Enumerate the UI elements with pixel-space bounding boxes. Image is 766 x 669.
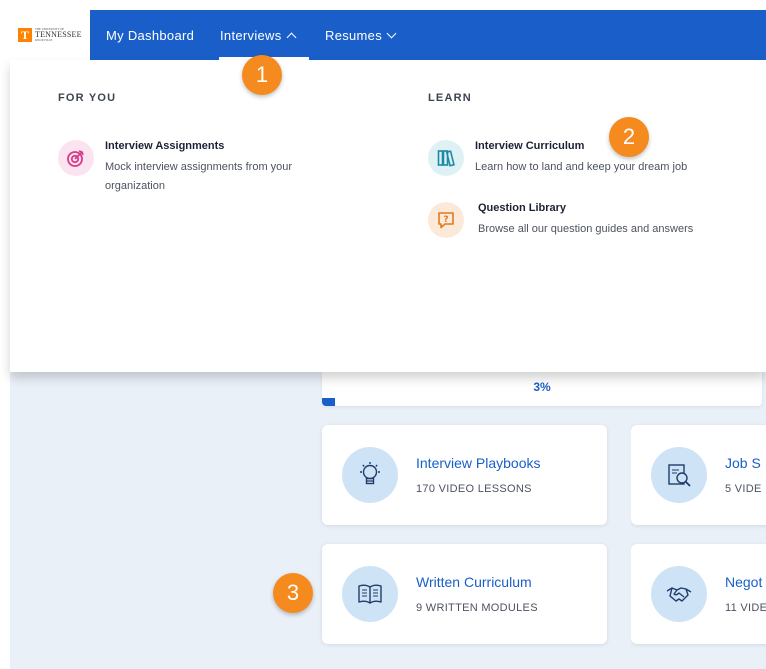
menu-item-question-library[interactable]: ? Question Library Browse all our questi… xyxy=(428,202,693,239)
svg-text:?: ? xyxy=(443,215,448,225)
menu-item-title: Question Library xyxy=(478,202,567,214)
logo-t-mark: T xyxy=(18,28,32,42)
card-subtitle: 5 VIDE xyxy=(725,483,762,495)
learn-heading: LEARN xyxy=(428,92,472,104)
nav-my-dashboard[interactable]: My Dashboard xyxy=(106,10,194,60)
menu-item-interview-curriculum[interactable]: Interview Curriculum Learn how to land a… xyxy=(428,140,687,177)
step-badge-1: 1 xyxy=(242,55,282,95)
menu-item-desc: Browse all our question guides and answe… xyxy=(478,223,694,235)
card-interview-playbooks[interactable]: Interview Playbooks 170 VIDEO LESSONS xyxy=(322,425,607,525)
menu-item-title: Interview Curriculum xyxy=(475,140,585,152)
card-title: Written Curriculum xyxy=(416,574,532,590)
open-book-icon xyxy=(342,566,398,622)
card-subtitle: 170 VIDEO LESSONS xyxy=(416,483,532,495)
nav-interviews[interactable]: Interviews xyxy=(220,10,296,60)
logo-sub-text: KNOXVILLE xyxy=(35,38,53,42)
lightbulb-icon xyxy=(342,447,398,503)
target-icon xyxy=(58,140,94,176)
question-bubble-icon: ? xyxy=(428,202,464,238)
card-negotiation[interactable]: Negot 11 VIDE xyxy=(631,544,766,644)
step-badge-3: 3 xyxy=(273,573,313,613)
step-badge-2: 2 xyxy=(609,117,649,157)
for-you-heading: FOR YOU xyxy=(58,92,117,104)
nav-resumes-label: Resumes xyxy=(325,27,383,43)
card-title: Interview Playbooks xyxy=(416,455,541,471)
chevron-up-icon xyxy=(286,32,296,42)
card-written-curriculum[interactable]: Written Curriculum 9 WRITTEN MODULES xyxy=(322,544,607,644)
interviews-dropdown-menu: FOR YOU LEARN Interview Assignments Mock… xyxy=(10,60,766,372)
menu-item-interview-assignments[interactable]: Interview Assignments Mock interview ass… xyxy=(58,140,292,196)
card-subtitle: 11 VIDE xyxy=(725,602,766,614)
chevron-down-icon xyxy=(386,28,397,39)
card-job-search[interactable]: Job S 5 VIDE xyxy=(631,425,766,525)
menu-item-title: Interview Assignments xyxy=(105,140,225,152)
menu-item-desc: Learn how to land and keep your dream jo… xyxy=(475,161,688,173)
card-title: Negot xyxy=(725,574,763,590)
nav-my-dashboard-label: My Dashboard xyxy=(106,27,195,43)
card-subtitle: 9 WRITTEN MODULES xyxy=(416,602,538,614)
progress-bar-fill xyxy=(322,398,336,406)
card-title: Job S xyxy=(725,455,761,471)
university-logo[interactable]: T THE UNIVERSITY OF TENNESSEE KNOXVILLE xyxy=(10,10,90,60)
books-icon xyxy=(428,140,464,176)
menu-item-desc: Mock interview assignments from your xyxy=(105,161,293,173)
menu-item-desc-line2: organization xyxy=(105,180,165,192)
nav-resumes[interactable]: Resumes xyxy=(325,10,397,60)
magnifier-document-icon xyxy=(651,447,707,503)
handshake-icon xyxy=(651,566,707,622)
nav-interviews-label: Interviews xyxy=(220,27,282,43)
